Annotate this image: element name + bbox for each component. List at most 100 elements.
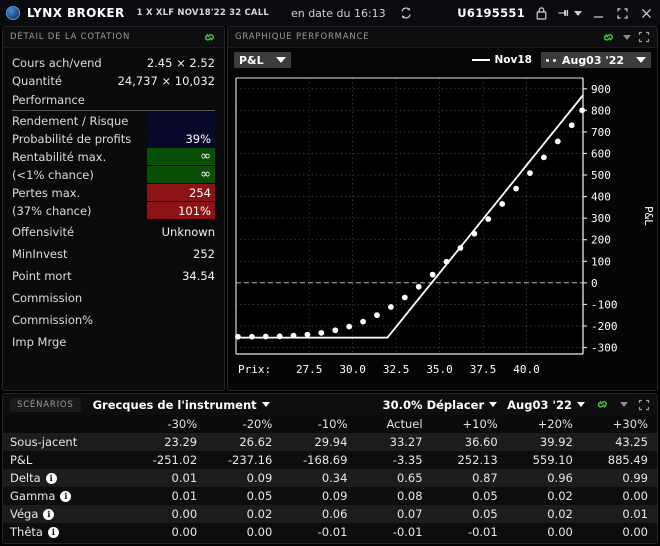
cell-value: 43.25 — [615, 435, 648, 449]
cell-value: 0.01 — [171, 471, 198, 485]
mininvest-value: 252 — [193, 247, 215, 261]
column-header--20%: -20% — [242, 417, 273, 431]
row-commission: Commission — [12, 289, 215, 307]
svg-text:600: 600 — [591, 147, 611, 160]
column-header-+10%: +10% — [462, 417, 498, 431]
table-row[interactable]: Véga i 0.00 0.02 0.06 0.07 0.05 0.02 0.01 — [3, 505, 657, 523]
commission-label: Commission — [12, 291, 83, 305]
info-icon[interactable]: i — [47, 526, 59, 538]
quote-panel-title: DÉTAIL DE LA COTATION — [10, 32, 131, 42]
quote-row-value: 2.45 × 2.52 — [146, 56, 215, 70]
move-percent-dropdown[interactable]: 30.0% Déplacer — [383, 398, 498, 412]
point-mort-label: Point mort — [12, 269, 72, 283]
scenarios-title-dropdown[interactable]: Grecques de l'instrument — [93, 398, 270, 412]
legend-item-expiry: Nov18 — [471, 54, 532, 66]
svg-text:-200: -200 — [591, 320, 618, 333]
row-pertes-max: Pertes max. 254 — [12, 184, 215, 201]
minimize-icon[interactable] — [591, 6, 606, 21]
chevron-down-icon — [275, 57, 286, 63]
pertes-chance-value: 101% — [147, 202, 215, 219]
cell-value: 0.01 — [622, 507, 648, 521]
link-icon[interactable] — [202, 31, 217, 44]
chevron-down-icon — [636, 57, 646, 63]
quote-row-bidask: Cours ach/vend 2.45 × 2.52 — [12, 54, 215, 72]
table-header-row: -30% -20% -10% Actuel +10% +20% +30% — [3, 415, 657, 433]
table-row[interactable]: Sous-jacent 23.29 26.62 29.94 33.27 36.60 39.9… — [3, 433, 657, 451]
info-icon[interactable]: i — [45, 472, 57, 484]
svg-text:27.5: 27.5 — [296, 363, 323, 376]
pertes-chance-label: (37% chance) — [12, 203, 92, 218]
cell-value: 36.60 — [464, 435, 498, 449]
cell-value: 0.09 — [321, 489, 348, 503]
account-label: U6195551 — [457, 6, 525, 20]
cell-value: 0.01 — [171, 489, 198, 503]
cell-value: 885.49 — [607, 453, 648, 467]
svg-text:900: 900 — [591, 83, 611, 96]
info-icon[interactable]: i — [60, 490, 72, 502]
link-icon[interactable] — [601, 31, 616, 44]
cell-value: 0.00 — [171, 525, 198, 539]
quote-row-label: Cours ach/vend — [12, 56, 102, 70]
cell-value: -3.35 — [392, 453, 423, 467]
svg-text:200: 200 — [591, 234, 611, 247]
cell-value: 26.62 — [239, 435, 273, 449]
table-row[interactable]: Thêta i 0.00 0.00 -0.01 -0.01 -0.01 0.00 0.00 — [3, 523, 657, 541]
metric-dropdown-label: P&L — [239, 53, 264, 67]
scenario-date-label: Aug03 '22 — [507, 397, 572, 412]
chart-panel-tools — [601, 31, 650, 44]
row-offensivite: Offensivité Unknown — [12, 223, 215, 241]
cell-value: -0.01 — [392, 525, 423, 539]
link-icon[interactable] — [595, 398, 610, 411]
mininvest-label: MinInvest — [12, 247, 68, 261]
chevron-down-icon — [489, 402, 498, 407]
cell-value: 0.05 — [246, 489, 273, 503]
table-row[interactable]: Gamma i 0.01 0.05 0.09 0.08 0.05 0.02 0.00 — [3, 487, 657, 505]
column-header--30%: -30% — [167, 417, 198, 431]
chevron-down-icon[interactable] — [623, 34, 631, 40]
quote-detail-panel: DÉTAIL DE LA COTATION Cours ach/vend 2.4… — [2, 26, 225, 391]
scenarios-controls: 30.0% Déplacer Aug03 '22 — [383, 398, 650, 412]
pin-icon[interactable] — [558, 6, 571, 21]
cell-value: 559.10 — [532, 453, 573, 467]
table-row[interactable]: P&L -251.02 -237.16 -168.69 -3.35 252.13 559.1… — [3, 451, 657, 469]
chevron-down-icon — [261, 402, 270, 407]
contract-label: 1 X XLF NOV18'22 32 CALL — [136, 8, 269, 18]
expand-icon[interactable] — [638, 399, 650, 411]
quote-panel-header: DÉTAIL DE LA COTATION — [3, 27, 224, 48]
metric-dropdown[interactable]: P&L — [234, 52, 291, 68]
scenario-date-dropdown[interactable]: Aug03 '22 — [507, 398, 585, 412]
table-row[interactable]: Delta i 0.01 0.09 0.34 0.65 0.87 0.96 0.99 — [3, 469, 657, 487]
cell-value: 0.09 — [246, 471, 273, 485]
quote-row-quantity: Quantité 24,737 × 10,032 — [12, 72, 215, 90]
lock-icon[interactable] — [534, 6, 549, 21]
rendement-risque-label: Rendement / Risque — [12, 113, 129, 128]
pertes-max-value: 254 — [147, 184, 215, 201]
pin-dropdown-caret-icon[interactable] — [574, 10, 582, 16]
info-icon[interactable]: i — [43, 508, 55, 520]
row-label-gamma: Gamma i — [3, 487, 131, 505]
legend-date-dropdown[interactable]: Aug03 '22 — [540, 52, 651, 68]
row-pertes-chance: (37% chance) 101% — [12, 202, 215, 219]
chevron-down-icon — [577, 402, 585, 407]
performance-chart-panel: GRAPHIQUE PERFORMANCE P&L Nov18 Aug03 '2… — [227, 26, 658, 391]
cell-value: 0.00 — [622, 489, 648, 503]
maximize-icon[interactable] — [615, 6, 630, 21]
row-rendement-risque: Rendement / Risque — [12, 112, 215, 129]
brand-label: LYNX BROKER — [27, 6, 125, 20]
refresh-icon[interactable] — [399, 6, 413, 20]
legend-line-swatch — [471, 59, 490, 61]
cell-value: 0.96 — [547, 471, 573, 485]
probabilite-profits-value: 39% — [147, 130, 215, 147]
cell-value: 0.08 — [396, 489, 423, 503]
legend-date-label: Aug03 '22 — [561, 53, 624, 67]
close-icon[interactable] — [639, 6, 654, 21]
chart-plot-area[interactable]: -300 -200 -100 0 100 200 300 400 500 600 700 800 900… — [228, 72, 657, 390]
expand-icon[interactable] — [638, 31, 650, 43]
scenarios-tab[interactable]: SCÉNARIOS — [10, 397, 81, 412]
svg-text:37.5: 37.5 — [470, 363, 497, 376]
cell-value: -168.69 — [303, 453, 348, 467]
svg-text:P&L: P&L — [642, 206, 655, 226]
chevron-down-icon[interactable] — [620, 402, 628, 407]
pertes-max-label: Pertes max. — [12, 185, 81, 200]
offensivite-label: Offensivité — [12, 225, 75, 239]
